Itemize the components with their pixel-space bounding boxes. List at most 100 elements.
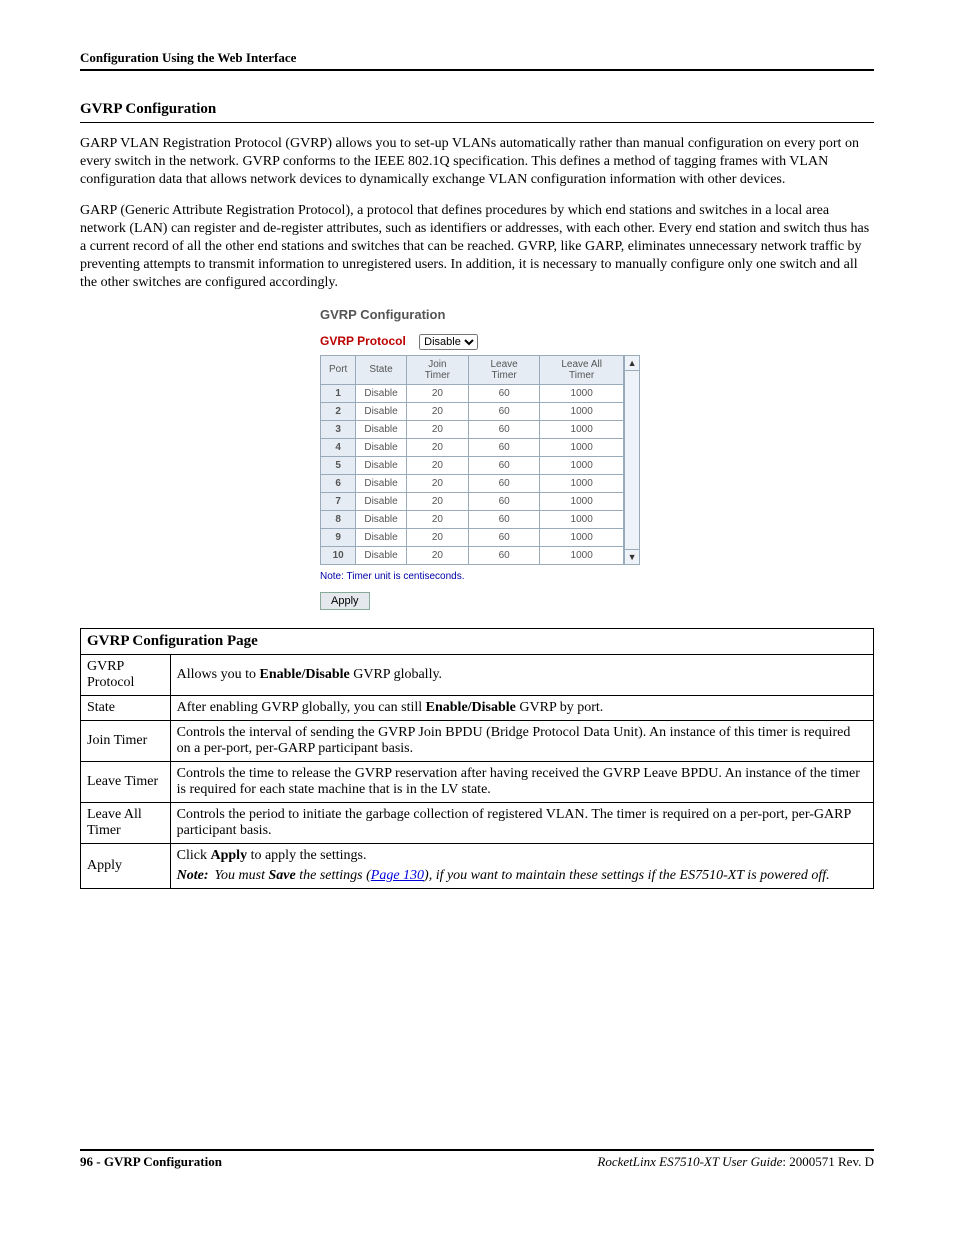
table-row: 2Disable20601000 <box>321 402 624 420</box>
cell-leave: 60 <box>469 528 540 546</box>
timer-note: Note: Timer unit is centiseconds. <box>320 571 874 582</box>
table-row: 7Disable20601000 <box>321 492 624 510</box>
header-rule <box>80 69 874 71</box>
gvrp-config-panel: GVRP Configuration GVRP Protocol Disable… <box>320 307 874 610</box>
cell-join: 20 <box>406 402 468 420</box>
footer-product: RocketLinx ES7510-XT User Guide <box>597 1154 782 1169</box>
scroll-up-icon[interactable]: ▲ <box>625 356 639 371</box>
cell-leave: 60 <box>469 456 540 474</box>
cell-lat: 1000 <box>540 474 624 492</box>
table-row: 8Disable20601000 <box>321 510 624 528</box>
desc-key: GVRP Protocol <box>81 654 171 695</box>
gvrp-description-table: GVRP Configuration Page GVRP Protocol Al… <box>80 628 874 889</box>
cell-join: 20 <box>406 420 468 438</box>
desc-val: Controls the time to release the GVRP re… <box>170 761 873 802</box>
cell-state: Disable <box>356 528 406 546</box>
cell-lat: 1000 <box>540 420 624 438</box>
table-row: Leave Timer Controls the time to release… <box>81 761 874 802</box>
col-leave: Leave Timer <box>469 355 540 384</box>
cell-leave: 60 <box>469 402 540 420</box>
desc-val: Controls the interval of sending the GVR… <box>170 720 873 761</box>
cell-lat: 1000 <box>540 510 624 528</box>
cell-join: 20 <box>406 438 468 456</box>
cell-leave: 60 <box>469 546 540 564</box>
cell-join: 20 <box>406 510 468 528</box>
footer-rev: : 2000571 Rev. D <box>782 1154 874 1169</box>
desc-val: After enabling GVRP globally, you can st… <box>170 695 873 720</box>
table-row: 6Disable20601000 <box>321 474 624 492</box>
cell-leave: 60 <box>469 474 540 492</box>
cell-join: 20 <box>406 546 468 564</box>
cell-lat: 1000 <box>540 456 624 474</box>
cell-state: Disable <box>356 474 406 492</box>
cell-port: 3 <box>321 420 356 438</box>
cell-leave: 60 <box>469 510 540 528</box>
col-port: Port <box>321 355 356 384</box>
desc-val: Click Apply to apply the settings. Note:… <box>170 843 873 888</box>
cell-port: 4 <box>321 438 356 456</box>
cell-port: 5 <box>321 456 356 474</box>
desc-key: Leave Timer <box>81 761 171 802</box>
note-text: You must Save the settings (Page 130), i… <box>215 868 830 884</box>
gvrp-protocol-select[interactable]: Disable <box>419 334 478 350</box>
cell-join: 20 <box>406 384 468 402</box>
cell-join: 20 <box>406 528 468 546</box>
cell-lat: 1000 <box>540 438 624 456</box>
table-row: 5Disable20601000 <box>321 456 624 474</box>
col-state: State <box>356 355 406 384</box>
cell-state: Disable <box>356 510 406 528</box>
cell-port: 8 <box>321 510 356 528</box>
cell-join: 20 <box>406 474 468 492</box>
section-title: GVRP Configuration <box>80 101 874 118</box>
cell-leave: 60 <box>469 492 540 510</box>
cell-port: 2 <box>321 402 356 420</box>
table-row: 3Disable20601000 <box>321 420 624 438</box>
section-rule <box>80 122 874 123</box>
cell-state: Disable <box>356 492 406 510</box>
cell-join: 20 <box>406 492 468 510</box>
footer-page-number: 96 - <box>80 1154 104 1169</box>
table-row: State After enabling GVRP globally, you … <box>81 695 874 720</box>
page-footer: 96 - GVRP Configuration RocketLinx ES751… <box>80 1149 874 1170</box>
cell-port: 9 <box>321 528 356 546</box>
cell-state: Disable <box>356 384 406 402</box>
body-paragraph: GARP (Generic Attribute Registration Pro… <box>80 202 874 293</box>
cell-join: 20 <box>406 456 468 474</box>
table-row: 9Disable20601000 <box>321 528 624 546</box>
cell-lat: 1000 <box>540 546 624 564</box>
col-join: Join Timer <box>406 355 468 384</box>
gvrp-protocol-label: GVRP Protocol <box>320 334 406 348</box>
desc-key: Join Timer <box>81 720 171 761</box>
cell-port: 10 <box>321 546 356 564</box>
cell-state: Disable <box>356 402 406 420</box>
scroll-down-icon[interactable]: ▼ <box>625 549 639 564</box>
cell-port: 6 <box>321 474 356 492</box>
desc-key: Apply <box>81 843 171 888</box>
cell-state: Disable <box>356 546 406 564</box>
cell-leave: 60 <box>469 438 540 456</box>
table-row: Apply Click Apply to apply the settings.… <box>81 843 874 888</box>
page-link[interactable]: Page 130 <box>371 868 424 883</box>
desc-key: Leave All Timer <box>81 802 171 843</box>
desc-val: Controls the period to initiate the garb… <box>170 802 873 843</box>
desc-key: State <box>81 695 171 720</box>
gvrp-protocol-row: GVRP Protocol Disable <box>320 334 874 350</box>
table-scrollbar[interactable]: ▲ ▼ <box>624 355 640 565</box>
cell-lat: 1000 <box>540 384 624 402</box>
note-label: Note: <box>177 868 209 884</box>
apply-button[interactable]: Apply <box>320 592 370 610</box>
col-lat: Leave All Timer <box>540 355 624 384</box>
panel-title: GVRP Configuration <box>320 307 874 322</box>
cell-lat: 1000 <box>540 528 624 546</box>
cell-leave: 60 <box>469 420 540 438</box>
desc-caption: GVRP Configuration Page <box>81 628 874 654</box>
cell-lat: 1000 <box>540 402 624 420</box>
cell-lat: 1000 <box>540 492 624 510</box>
desc-val: Allows you to Enable/Disable GVRP global… <box>170 654 873 695</box>
table-row: 4Disable20601000 <box>321 438 624 456</box>
cell-state: Disable <box>356 438 406 456</box>
running-header: Configuration Using the Web Interface <box>80 50 874 66</box>
cell-port: 1 <box>321 384 356 402</box>
cell-port: 7 <box>321 492 356 510</box>
gvrp-port-table: Port State Join Timer Leave Timer Leave … <box>320 355 624 565</box>
